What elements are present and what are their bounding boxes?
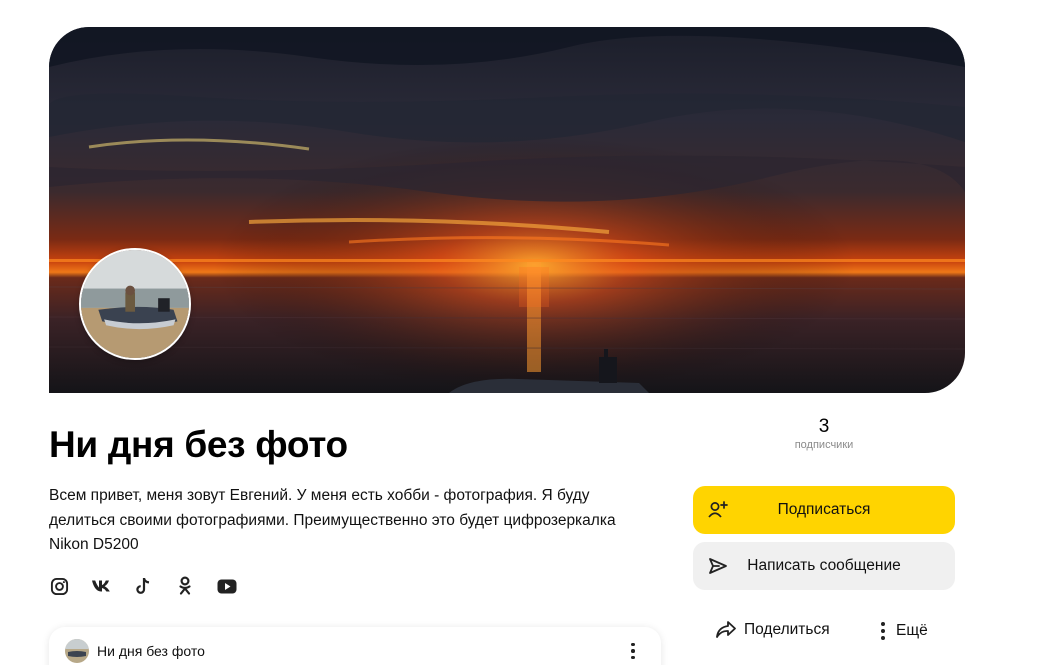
share-label: Поделиться <box>744 621 830 638</box>
subscribers-label: подписчики <box>794 439 854 451</box>
instagram-icon[interactable] <box>49 576 69 596</box>
share-icon <box>716 621 736 638</box>
social-links <box>49 576 237 596</box>
channel-page: Ни дня без фото Всем привет, меня зовут … <box>0 0 1048 665</box>
channel-avatar[interactable] <box>79 248 191 360</box>
youtube-icon[interactable] <box>217 576 237 596</box>
channel-description: Всем привет, меня зовут Евгений. У меня … <box>49 487 616 553</box>
add-user-icon <box>707 499 729 521</box>
send-message-button[interactable]: Написать сообщение <box>693 542 955 590</box>
subscribe-button[interactable]: Подписаться <box>693 486 955 534</box>
share-button[interactable]: Поделиться <box>714 620 830 640</box>
subscribers-count: 3 <box>818 416 830 437</box>
more-label: Ещё <box>896 622 928 639</box>
send-message-label: Написать сообщение <box>747 557 901 574</box>
vk-icon[interactable] <box>91 576 111 596</box>
post-card[interactable]: Ни дня без фото <box>49 627 661 665</box>
post-author-avatar[interactable] <box>65 639 89 663</box>
post-menu-icon[interactable] <box>624 641 642 661</box>
subscribers-block: 3 подписчики <box>764 416 884 452</box>
post-author-name[interactable]: Ни дня без фото <box>97 643 205 659</box>
channel-title: Ни дня без фото <box>49 424 348 465</box>
send-icon <box>707 555 729 577</box>
subscribe-label: Подписаться <box>777 501 871 518</box>
cover-image <box>49 27 965 393</box>
odnoklassniki-icon[interactable] <box>175 576 195 596</box>
tiktok-icon[interactable] <box>133 576 153 596</box>
more-vertical-icon <box>881 622 885 640</box>
more-button[interactable]: Ещё <box>876 620 928 642</box>
